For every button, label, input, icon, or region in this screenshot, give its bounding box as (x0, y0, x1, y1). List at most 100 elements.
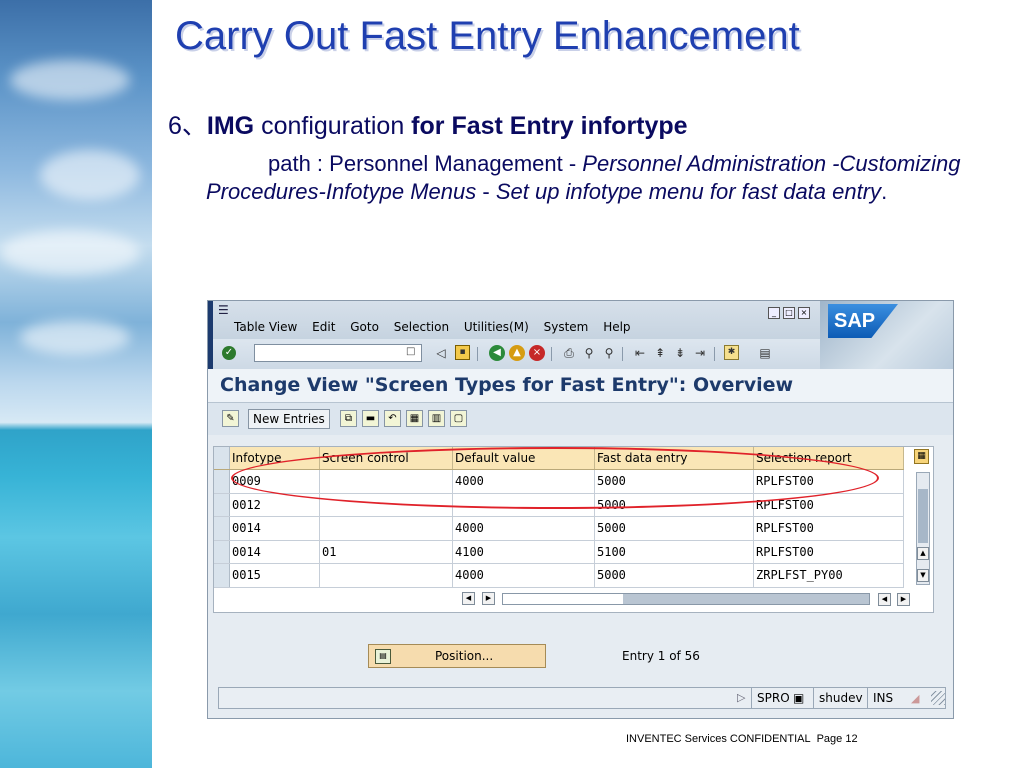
cell-screen-control[interactable] (319, 493, 453, 517)
row-selector[interactable] (214, 516, 230, 541)
first-page-icon[interactable]: ⇤ (632, 345, 648, 361)
cell-screen-control[interactable] (319, 469, 453, 494)
vertical-scroll-thumb[interactable] (918, 489, 928, 543)
cell-default-value[interactable] (452, 493, 595, 517)
column-scroll-left-icon[interactable]: ◀ (878, 593, 891, 606)
system-menu-icon[interactable]: ☰ (218, 303, 229, 317)
header-fast-data-entry[interactable]: Fast data entry (594, 447, 754, 470)
select-block-icon[interactable]: ▥ (428, 410, 445, 427)
menu-selection[interactable]: Selection (394, 320, 449, 334)
menu-system[interactable]: System (544, 320, 589, 334)
cell-default-value[interactable]: 4000 (452, 563, 595, 588)
table-row[interactable]: 0014 4000 5000 RPLFST00 (214, 516, 904, 541)
save-icon[interactable]: ▪ (455, 345, 470, 360)
menu-table-view[interactable]: Table View (234, 320, 297, 334)
cell-screen-control[interactable]: 01 (319, 540, 453, 564)
find-next-icon[interactable]: ⚲ (601, 345, 617, 361)
create-session-icon[interactable]: ✱ (724, 345, 739, 360)
print-icon[interactable]: ⎙ (561, 345, 577, 361)
table-row[interactable]: 0014 01 4100 5100 RPLFST00 (214, 540, 904, 564)
cell-fast-data-entry[interactable]: 5000 (594, 493, 754, 517)
row-selector[interactable] (214, 493, 230, 517)
scroll-left-icon[interactable]: ◀ (462, 592, 475, 605)
delete-icon[interactable]: ▬ (362, 410, 379, 427)
bullet-mid: configuration (254, 112, 412, 140)
status-user: shudev (813, 688, 868, 708)
display-change-icon[interactable]: ✎ (222, 410, 239, 427)
column-scroll-right-icon[interactable]: ▶ (897, 593, 910, 606)
bullet-img: IMG (206, 112, 255, 140)
horizontal-scroll-track[interactable] (502, 593, 870, 605)
copy-icon[interactable]: ⧉ (340, 410, 357, 427)
cell-infotype: 0009 (229, 469, 320, 494)
command-field[interactable] (254, 344, 422, 362)
table-row[interactable]: 0015 4000 5000 ZRPLFST_PY00 (214, 563, 904, 588)
row-selector[interactable] (214, 563, 230, 588)
cell-selection-report[interactable]: RPLFST00 (753, 540, 904, 564)
header-default-value[interactable]: Default value (452, 447, 595, 470)
position-button[interactable]: ▤ Position... (368, 644, 546, 668)
select-all-column[interactable] (214, 447, 230, 470)
back-arrow-icon[interactable]: ◁ (433, 345, 449, 361)
cell-default-value[interactable]: 4100 (452, 540, 595, 564)
menu-edit[interactable]: Edit (312, 320, 335, 334)
scroll-right-icon[interactable]: ▶ (482, 592, 495, 605)
scroll-down-icon[interactable]: ▼ (917, 569, 929, 582)
horizontal-scroll-thumb[interactable] (503, 594, 623, 604)
next-page-icon[interactable]: ⇟ (672, 345, 688, 361)
cell-screen-control[interactable] (319, 516, 453, 541)
enter-check-icon[interactable]: ✓ (222, 346, 236, 360)
header-selection-report[interactable]: Selection report (753, 447, 904, 470)
cell-infotype: 0014 (229, 540, 320, 564)
menu-help[interactable]: Help (603, 320, 630, 334)
cancel-icon[interactable]: × (529, 345, 545, 361)
command-history-icon[interactable]: □ (406, 346, 415, 357)
cell-fast-data-entry[interactable]: 5000 (594, 563, 754, 588)
path-prefix: path : Personnel Management - (268, 151, 583, 176)
table-row[interactable]: 0009 4000 5000 RPLFST00 (214, 469, 904, 494)
close-icon[interactable]: × (798, 307, 810, 319)
menu-goto[interactable]: Goto (350, 320, 379, 334)
cell-fast-data-entry[interactable]: 5000 (594, 516, 754, 541)
vertical-scrollbar[interactable]: ▲ ▼ (916, 472, 930, 585)
back-icon[interactable]: ◀ (489, 345, 505, 361)
cell-fast-data-entry[interactable]: 5000 (594, 469, 754, 494)
last-page-icon[interactable]: ⇥ (692, 345, 708, 361)
cell-default-value[interactable]: 4000 (452, 516, 595, 541)
row-selector[interactable] (214, 469, 230, 494)
layout-menu-icon[interactable]: ▤ (757, 345, 773, 361)
cell-selection-report[interactable]: RPLFST00 (753, 469, 904, 494)
slide-title: Carry Out Fast Entry Enhancement (175, 14, 800, 58)
resize-grip-icon[interactable] (931, 691, 945, 705)
maximize-icon[interactable]: □ (783, 307, 795, 319)
undo-change-icon[interactable]: ↶ (384, 410, 401, 427)
previous-page-icon[interactable]: ⇞ (652, 345, 668, 361)
status-session-icon[interactable]: ▣ (793, 688, 804, 708)
cell-selection-report[interactable]: ZRPLFST_PY00 (753, 563, 904, 588)
scroll-up-icon[interactable]: ▲ (917, 547, 929, 560)
select-all-icon[interactable]: ▦ (406, 410, 423, 427)
cell-infotype: 0014 (229, 516, 320, 541)
view-title-bar: Change View "Screen Types for Fast Entry… (208, 369, 953, 403)
header-screen-control[interactable]: Screen control (319, 447, 453, 470)
row-selector[interactable] (214, 540, 230, 564)
status-expand-icon[interactable]: ▷ (737, 691, 745, 704)
exit-icon[interactable]: ▲ (509, 345, 525, 361)
decorative-sky-sea-background (0, 0, 152, 768)
new-entries-button[interactable]: New Entries (248, 409, 330, 429)
command-input[interactable] (255, 345, 399, 361)
find-icon[interactable]: ⚲ (581, 345, 597, 361)
cell-selection-report[interactable]: RPLFST00 (753, 493, 904, 517)
horizontal-scrollbar[interactable]: ◀ ▶ (462, 592, 872, 607)
cell-screen-control[interactable] (319, 563, 453, 588)
table-row[interactable]: 0012 5000 RPLFST00 (214, 493, 904, 517)
minimize-icon[interactable]: _ (768, 307, 780, 319)
status-mode[interactable]: INS (867, 688, 898, 708)
cell-selection-report[interactable]: RPLFST00 (753, 516, 904, 541)
cell-fast-data-entry[interactable]: 5100 (594, 540, 754, 564)
menu-utilities[interactable]: Utilities(M) (464, 320, 529, 334)
deselect-all-icon[interactable]: ▢ (450, 410, 467, 427)
cell-default-value[interactable]: 4000 (452, 469, 595, 494)
header-infotype[interactable]: Infotype (229, 447, 320, 470)
table-settings-icon[interactable]: ▦ (914, 449, 929, 464)
